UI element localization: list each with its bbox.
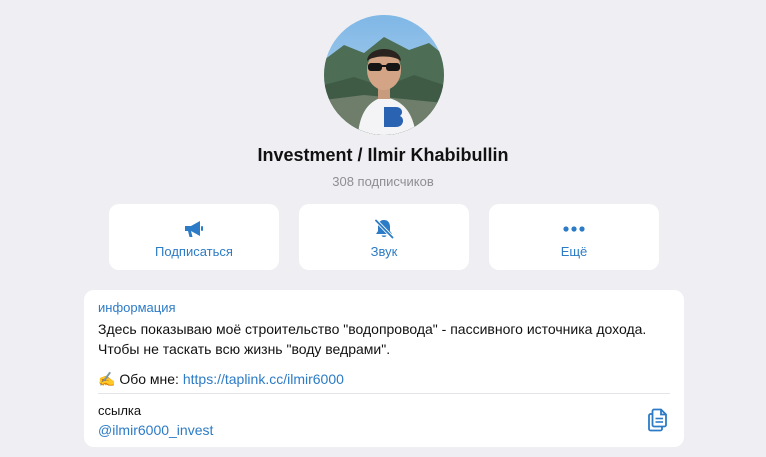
bell-slash-icon (299, 218, 469, 240)
channel-profile-page: Investment / Ilmir Khabibullin 308 подпи… (0, 0, 766, 457)
subscriber-count: 308 подписчиков (332, 174, 434, 189)
link-heading: ссылка (98, 403, 142, 418)
info-card: информация Здесь показываю моё строитель… (84, 290, 684, 447)
subscribe-button[interactable]: Подписаться (109, 204, 279, 270)
about-me-link[interactable]: https://taplink.cc/ilmir6000 (183, 371, 344, 387)
info-heading: информация (98, 300, 176, 315)
sound-button[interactable]: Звук (299, 204, 469, 270)
divider (98, 393, 670, 394)
megaphone-icon (109, 218, 279, 240)
ellipsis-icon (489, 218, 659, 240)
about-me-line: ✍️ Обо мне: https://taplink.cc/ilmir6000 (98, 369, 344, 389)
channel-description: Здесь показываю моё строительство "водоп… (98, 321, 647, 357)
channel-title: Investment / Ilmir Khabibullin (257, 145, 509, 165)
sound-label: Звук (370, 244, 398, 259)
more-button[interactable]: Ещё (489, 204, 659, 270)
copy-icon[interactable] (647, 408, 669, 432)
more-label: Ещё (560, 244, 588, 259)
channel-avatar[interactable] (324, 15, 444, 135)
about-me-label: Обо мне: (119, 371, 179, 387)
writing-hand-emoji: ✍️ (98, 371, 116, 387)
channel-username-link[interactable]: @ilmir6000_invest (98, 422, 213, 438)
avatar-photo (324, 15, 444, 135)
subscribe-label: Подписаться (155, 244, 233, 259)
